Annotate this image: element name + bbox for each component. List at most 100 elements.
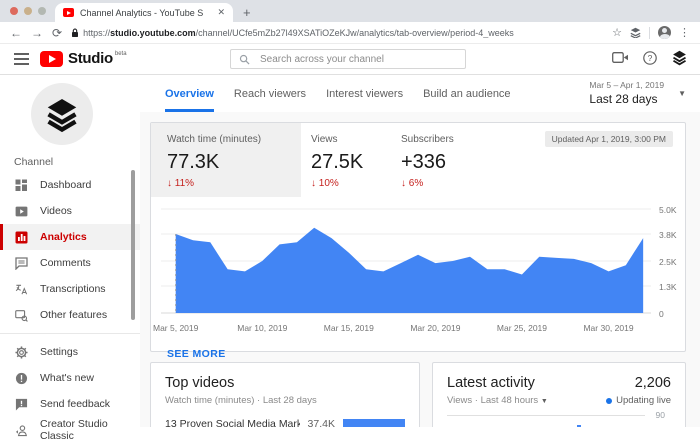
forward-icon[interactable]: → xyxy=(31,27,43,39)
url-text[interactable]: https://studio.youtube.com/channel/UCfe5… xyxy=(83,28,604,38)
metric-watch-time[interactable]: Watch time (minutes) 77.3K ↓ 11% xyxy=(151,123,301,197)
latest-activity-chart: 90 xyxy=(447,415,671,427)
overview-card: Watch time (minutes) 77.3K ↓ 11% Views 2… xyxy=(150,122,686,352)
tab-close-icon[interactable]: ✕ xyxy=(217,7,225,18)
bookmark-star-icon[interactable]: ☆ xyxy=(612,26,622,39)
sidebar-item-whats-new[interactable]: What's new xyxy=(0,365,140,391)
extension-icon[interactable] xyxy=(630,27,641,38)
top-videos-card: Top videos Watch time (minutes) · Last 2… xyxy=(150,362,420,427)
analytics-icon xyxy=(14,230,28,244)
tab-build-an-audience[interactable]: Build an audience xyxy=(423,75,510,112)
youtube-favicon xyxy=(63,8,74,17)
sidebar-item-dashboard[interactable]: Dashboard xyxy=(0,172,140,198)
sidebar-item-videos[interactable]: Videos xyxy=(0,198,140,224)
latest-activity-card: Latest activity 2,206 Views · Last 48 ho… xyxy=(432,362,686,427)
date-range-picker[interactable]: Mar 5 – Apr 1, 2019 Last 28 days ▼ xyxy=(589,80,686,106)
other-features-icon xyxy=(14,308,28,322)
back-icon[interactable]: ← xyxy=(10,27,22,39)
area-chart-svg xyxy=(161,203,651,321)
y-tick-label: 1.3K xyxy=(659,282,677,292)
browser-menu-icon[interactable]: ⋮ xyxy=(679,26,690,39)
creator-studio-classic-icon xyxy=(14,423,28,437)
videos-icon xyxy=(14,204,28,218)
feedback-icon xyxy=(14,397,28,411)
live-dot-icon xyxy=(606,398,612,404)
reload-icon[interactable]: ⟳ xyxy=(52,27,62,39)
sidebar-scrollbar-thumb[interactable] xyxy=(131,170,135,320)
sidebar-item-label: Other features xyxy=(40,309,107,321)
date-range-text: Mar 5 – Apr 1, 2019 xyxy=(589,80,664,90)
comments-icon xyxy=(14,256,28,270)
channel-avatar[interactable] xyxy=(31,83,93,145)
sidebar-item-send-feedback[interactable]: Send feedback xyxy=(0,391,140,417)
sidebar-item-label: Comments xyxy=(40,257,91,269)
chevron-down-icon: ▼ xyxy=(678,89,686,98)
tab-interest-viewers[interactable]: Interest viewers xyxy=(326,75,403,112)
sidebar-divider xyxy=(0,333,140,334)
account-avatar[interactable] xyxy=(671,49,688,66)
video-bar xyxy=(343,419,405,427)
top-videos-title: Top videos xyxy=(165,375,405,391)
sidebar-item-label: Creator Studio Classic xyxy=(40,418,140,442)
metric-views[interactable]: Views 27.5K ↓ 10% xyxy=(301,123,391,197)
channel-label: Channel xyxy=(0,145,140,172)
x-tick-label: Mar 5, 2019 xyxy=(153,323,198,333)
latest-activity-value: 2,206 xyxy=(635,375,671,391)
sidebar-item-other-features[interactable]: Other features xyxy=(0,302,140,328)
metric-subscribers[interactable]: Subscribers +336 ↓ 6% xyxy=(391,123,470,197)
top-video-row[interactable]: 13 Proven Social Media Marketing Tips f.… xyxy=(165,418,405,427)
sidebar-item-transcriptions[interactable]: Transcriptions xyxy=(0,276,140,302)
analytics-subnav: Overview Reach viewers Interest viewers … xyxy=(140,75,700,113)
gridline xyxy=(447,415,645,416)
tab-overview[interactable]: Overview xyxy=(165,75,214,112)
youtube-play-icon xyxy=(40,51,63,67)
studio-header: Studio beta ? xyxy=(0,44,700,75)
delta-down-badge: ↓ 10% xyxy=(311,178,375,189)
youtube-studio-logo[interactable]: Studio beta xyxy=(40,50,127,67)
watch-time-chart xyxy=(161,203,651,321)
browser-url-bar: ← → ⟳ https://studio.youtube.com/channel… xyxy=(0,22,700,44)
browser-tab[interactable]: Channel Analytics - YouTube S ✕ xyxy=(55,3,233,22)
channel-search-box[interactable] xyxy=(230,49,466,69)
window-zoom-button[interactable] xyxy=(38,7,46,15)
updating-live-indicator: Updating live xyxy=(606,395,671,406)
window-close-button[interactable] xyxy=(10,7,18,15)
y-tick-label: 2.5K xyxy=(659,257,677,267)
video-watch-time: 37.4K xyxy=(308,418,335,427)
latest-activity-title: Latest activity xyxy=(447,375,535,391)
sidebar-item-label: Send feedback xyxy=(40,398,110,410)
x-tick-label: Mar 10, 2019 xyxy=(237,323,287,333)
sidebar-item-analytics[interactable]: Analytics xyxy=(0,224,140,250)
search-input[interactable] xyxy=(258,53,465,66)
browser-tab-strip: Channel Analytics - YouTube S ✕ + xyxy=(0,0,700,22)
y-tick-label: 5.0K xyxy=(659,205,677,215)
toolbar-divider xyxy=(649,27,650,39)
gridline-label: 90 xyxy=(656,410,665,420)
new-tab-button[interactable]: + xyxy=(243,3,251,22)
tab-reach-viewers[interactable]: Reach viewers xyxy=(234,75,306,112)
channel-layers-logo xyxy=(43,95,81,133)
lock-icon[interactable] xyxy=(71,28,79,38)
video-title: 13 Proven Social Media Marketing Tips f.… xyxy=(165,418,300,427)
latest-activity-metric-dropdown[interactable]: Views · Last 48 hours ▼ xyxy=(447,395,548,406)
delta-down-badge: ↓ 11% xyxy=(167,178,285,189)
hamburger-menu-icon[interactable] xyxy=(14,53,29,68)
date-range-preset: Last 28 days xyxy=(589,92,664,106)
sidebar-item-label: Videos xyxy=(40,205,72,217)
sidebar-item-creator-studio-classic[interactable]: Creator Studio Classic xyxy=(0,417,140,443)
create-video-icon[interactable] xyxy=(612,51,629,64)
browser-profile-avatar[interactable] xyxy=(658,26,671,39)
sidebar-item-label: Transcriptions xyxy=(40,283,106,295)
sidebar-item-label: Settings xyxy=(40,346,78,358)
sidebar-item-label: What's new xyxy=(40,372,94,384)
top-videos-subtitle: Watch time (minutes) · Last 28 days xyxy=(165,395,405,406)
help-icon[interactable]: ? xyxy=(643,51,657,65)
x-tick-label: Mar 15, 2019 xyxy=(324,323,374,333)
sidebar-item-settings[interactable]: Settings xyxy=(0,339,140,365)
chart-x-axis: Mar 5, 2019Mar 10, 2019Mar 15, 2019Mar 2… xyxy=(161,323,651,337)
sidebar-item-comments[interactable]: Comments xyxy=(0,250,140,276)
sidebar-item-label: Dashboard xyxy=(40,179,91,191)
analytics-content: Watch time (minutes) 77.3K ↓ 11% Views 2… xyxy=(140,112,700,427)
search-icon xyxy=(239,54,250,65)
window-minimize-button[interactable] xyxy=(24,7,32,15)
